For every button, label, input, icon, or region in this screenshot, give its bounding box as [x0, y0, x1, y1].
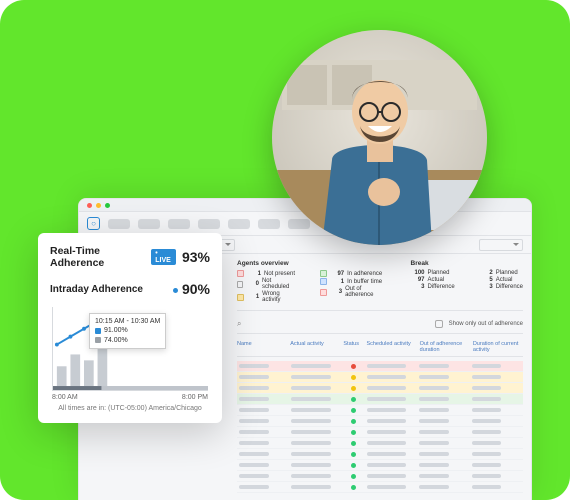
col-current-duration[interactable]: Duration of current activity — [473, 341, 523, 353]
table-row[interactable] — [237, 482, 523, 493]
agents-overview-panel: Agents overview 1Not present 0Not schedu… — [237, 260, 523, 311]
table-row[interactable] — [237, 471, 523, 482]
intraday-chart[interactable]: 10:15 AM - 10:30 AM 91.00% 74.00% — [52, 307, 208, 391]
chart-x-axis: 8:00 AM 8:00 PM — [50, 394, 210, 401]
nav-item[interactable] — [228, 219, 250, 229]
filter-dropdown[interactable] — [479, 239, 523, 251]
traffic-minimize[interactable] — [96, 203, 101, 208]
intraday-percent: 90% — [182, 281, 210, 297]
table-row[interactable] — [237, 427, 523, 438]
status-dot-icon — [351, 463, 356, 468]
app-logo-icon[interactable]: ○ — [87, 217, 100, 230]
realtime-title: Real-Time Adherence — [50, 245, 151, 269]
table-row[interactable] — [237, 394, 523, 405]
intraday-title: Intraday Adherence — [50, 284, 143, 295]
tooltip-value-a: 91.00% — [104, 327, 128, 334]
tooltip-value-b: 74.00% — [104, 337, 128, 344]
nav-item[interactable] — [138, 219, 160, 229]
nav-item[interactable] — [168, 219, 190, 229]
status-dot-icon — [351, 441, 356, 446]
nav-item[interactable] — [198, 219, 220, 229]
status-dot-icon — [351, 397, 356, 402]
nav-item[interactable] — [108, 219, 130, 229]
status-dot-icon — [351, 408, 356, 413]
status-dot-icon — [351, 375, 356, 380]
agent-table-header: Name Actual activity Status Scheduled ac… — [237, 338, 523, 357]
col-name[interactable]: Name — [237, 341, 287, 353]
table-row[interactable] — [237, 361, 523, 372]
traffic-close[interactable] — [87, 203, 92, 208]
adherence-card: Real-Time Adherence • LIVE 93% Intraday … — [38, 233, 222, 423]
axis-end: 8:00 PM — [182, 394, 208, 401]
traffic-maximize[interactable] — [105, 203, 110, 208]
table-row[interactable] — [237, 383, 523, 394]
avatar-illustration — [272, 30, 487, 245]
hero-avatar — [272, 30, 487, 245]
col-scheduled[interactable]: Scheduled activity — [366, 341, 416, 353]
timezone-note: All times are in: (UTC-05:00) America/Ch… — [50, 405, 210, 412]
table-row[interactable] — [237, 460, 523, 471]
chevron-down-icon — [513, 243, 519, 246]
status-dot-icon — [351, 364, 356, 369]
col-status[interactable]: Status — [343, 341, 363, 353]
nav-item[interactable] — [288, 219, 310, 229]
table-row[interactable] — [237, 405, 523, 416]
nav-item[interactable] — [258, 219, 280, 229]
status-dot-icon — [351, 485, 356, 490]
tooltip-series-b-icon — [95, 337, 101, 343]
table-row[interactable] — [237, 416, 523, 427]
filter-checkbox-label: Show only out of adherence — [449, 321, 523, 327]
status-dot-icon — [351, 430, 356, 435]
tooltip-time-range: 10:15 AM - 10:30 AM — [95, 317, 160, 326]
status-dot-icon — [351, 419, 356, 424]
col-out-duration[interactable]: Out of adherence duration — [420, 341, 470, 353]
series-dot-icon — [173, 288, 178, 293]
table-row[interactable] — [237, 438, 523, 449]
status-dot-icon — [351, 474, 356, 479]
app-stage: ○ Agents overview 1Not present — [0, 0, 570, 500]
realtime-percent: 93% — [182, 249, 210, 265]
status-dot-icon — [351, 452, 356, 457]
col-actual[interactable]: Actual activity — [290, 341, 340, 353]
break-heading: Break — [411, 260, 455, 267]
status-dot-icon — [351, 386, 356, 391]
search-icon[interactable]: ⌕ — [237, 319, 241, 329]
chevron-down-icon — [225, 243, 231, 246]
tooltip-series-a-icon — [95, 328, 101, 334]
table-row[interactable] — [237, 449, 523, 460]
agent-table-body — [237, 361, 523, 493]
agents-overview-heading: Agents overview — [237, 260, 296, 267]
table-row[interactable] — [237, 372, 523, 383]
live-badge: • LIVE — [151, 249, 176, 265]
axis-start: 8:00 AM — [52, 394, 78, 401]
chart-tooltip: 10:15 AM - 10:30 AM 91.00% 74.00% — [89, 313, 166, 349]
table-controls: ⌕ Show only out of adherence — [237, 315, 523, 334]
out-of-adherence-checkbox[interactable] — [435, 320, 443, 328]
